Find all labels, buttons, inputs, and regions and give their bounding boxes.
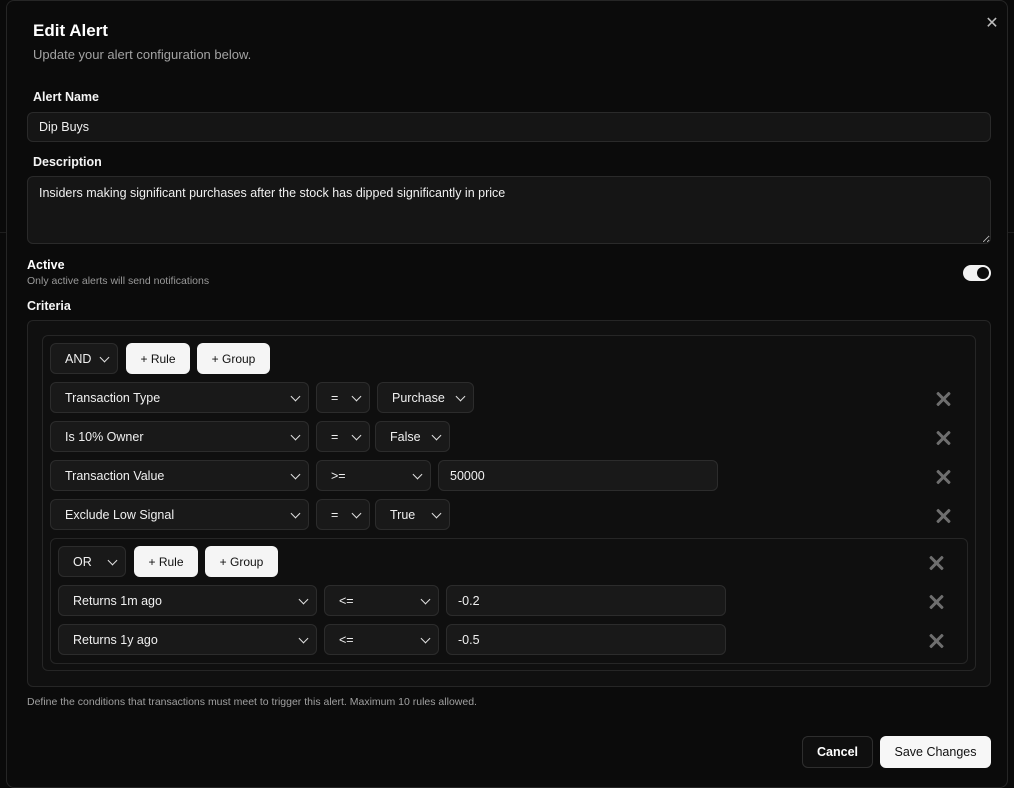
subgroup-add-group-button[interactable]: + Group — [205, 546, 278, 577]
active-hint: Only active alerts will send notificatio… — [27, 275, 210, 287]
close-icon[interactable]: ✕ — [984, 16, 1000, 32]
rule-field-value: Returns 1m ago — [73, 593, 162, 608]
rule-operator-select[interactable]: >= — [316, 460, 431, 491]
rule-field-select[interactable]: Transaction Type — [50, 382, 309, 413]
rule-field-select[interactable]: Returns 1y ago — [58, 624, 317, 655]
subgroup-combinator-select[interactable]: OR — [58, 546, 126, 577]
rule-operator-value: = — [331, 429, 339, 444]
rule-value-input[interactable] — [438, 460, 718, 491]
chevron-down-icon — [420, 633, 431, 644]
chevron-down-icon — [290, 469, 301, 480]
rule-field-select[interactable]: Exclude Low Signal — [50, 499, 309, 530]
description-label: Description — [33, 155, 102, 169]
chevron-down-icon — [351, 430, 362, 441]
chevron-down-icon — [99, 352, 110, 363]
active-label: Active — [27, 258, 65, 272]
edit-alert-dialog: ✕ Edit Alert Update your alert configura… — [6, 0, 1008, 788]
rule-field-select[interactable]: Is 10% Owner — [50, 421, 309, 452]
dialog-subtitle: Update your alert configuration below. — [33, 47, 252, 62]
rule-field-value: Transaction Type — [65, 390, 161, 405]
criteria-hint: Define the conditions that transactions … — [27, 696, 477, 708]
rule-field-value: Is 10% Owner — [65, 429, 144, 444]
root-combinator-value: AND — [65, 351, 92, 366]
rule-operator-value: = — [331, 507, 339, 522]
add-group-button[interactable]: + Group — [197, 343, 270, 374]
remove-rule-icon[interactable] — [935, 508, 951, 524]
chevron-down-icon — [298, 594, 309, 605]
rule-value-select[interactable]: Purchase — [377, 382, 474, 413]
chevron-down-icon — [351, 391, 362, 402]
chevron-down-icon — [420, 594, 431, 605]
rule-operator-value: >= — [331, 468, 346, 483]
rule-field-select[interactable]: Returns 1m ago — [58, 585, 317, 616]
chevron-down-icon — [298, 633, 309, 644]
rule-value-value: False — [390, 429, 421, 444]
toggle-knob — [977, 267, 989, 279]
chevron-down-icon — [351, 508, 362, 519]
rule-operator-select[interactable]: = — [316, 382, 370, 413]
remove-rule-icon[interactable] — [935, 469, 951, 485]
rule-field-select[interactable]: Transaction Value — [50, 460, 309, 491]
chevron-down-icon — [431, 508, 442, 519]
rule-operator-value: <= — [339, 593, 354, 608]
active-toggle[interactable] — [963, 265, 991, 281]
criteria-label: Criteria — [27, 299, 71, 313]
chevron-down-icon — [290, 391, 301, 402]
chevron-down-icon — [290, 508, 301, 519]
description-textarea[interactable]: Insiders making significant purchases af… — [27, 176, 991, 244]
rule-operator-select[interactable]: = — [316, 421, 370, 452]
root-combinator-select[interactable]: AND — [50, 343, 118, 374]
chevron-down-icon — [412, 469, 423, 480]
rule-value-input[interactable] — [446, 585, 726, 616]
rule-value-value: Purchase — [392, 390, 445, 405]
add-rule-button[interactable]: + Rule — [126, 343, 190, 374]
alert-name-input[interactable] — [27, 112, 991, 142]
remove-group-icon[interactable] — [928, 555, 944, 571]
remove-rule-icon[interactable] — [935, 430, 951, 446]
subgroup-combinator-value: OR — [73, 554, 92, 569]
remove-rule-icon[interactable] — [935, 391, 951, 407]
cancel-button[interactable]: Cancel — [802, 736, 873, 768]
save-changes-button[interactable]: Save Changes — [880, 736, 991, 768]
chevron-down-icon — [107, 555, 118, 566]
rule-field-value: Exclude Low Signal — [65, 507, 175, 522]
alert-name-label: Alert Name — [33, 90, 99, 104]
rule-value-select[interactable]: True — [375, 499, 450, 530]
rule-operator-value: = — [331, 390, 339, 405]
rule-operator-select[interactable]: = — [316, 499, 370, 530]
background-divider — [1008, 232, 1014, 233]
remove-rule-icon[interactable] — [928, 594, 944, 610]
rule-operator-select[interactable]: <= — [324, 624, 439, 655]
rule-value-select[interactable]: False — [375, 421, 450, 452]
subgroup-add-rule-button[interactable]: + Rule — [134, 546, 198, 577]
rule-value-input[interactable] — [446, 624, 726, 655]
chevron-down-icon — [431, 430, 442, 441]
rule-field-value: Transaction Value — [65, 468, 165, 483]
rule-value-value: True — [390, 507, 416, 522]
rule-field-value: Returns 1y ago — [73, 632, 158, 647]
dialog-title: Edit Alert — [33, 21, 108, 40]
chevron-down-icon — [290, 430, 301, 441]
rule-operator-select[interactable]: <= — [324, 585, 439, 616]
chevron-down-icon — [455, 391, 466, 402]
remove-rule-icon[interactable] — [928, 633, 944, 649]
rule-operator-value: <= — [339, 632, 354, 647]
